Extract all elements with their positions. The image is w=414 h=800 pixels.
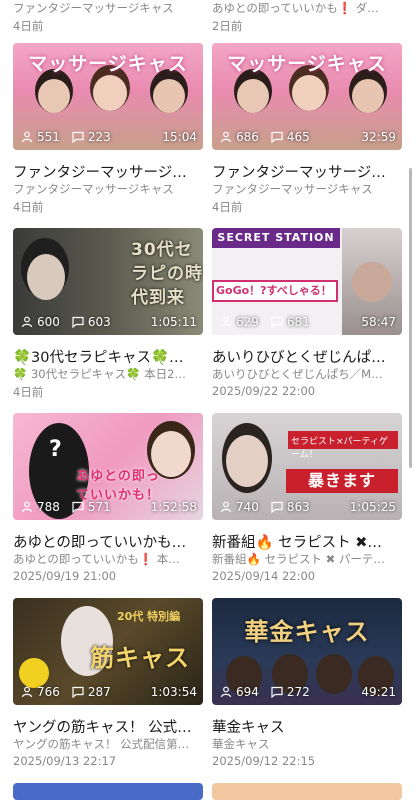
video-date: 2025/09/13 22:17 [13, 754, 117, 768]
comment-icon [271, 501, 283, 513]
video-date: 4日前 [13, 385, 44, 399]
person-icon [220, 686, 232, 698]
thumbnail-headline: 華金キャス [244, 618, 370, 646]
comment-icon [72, 686, 84, 698]
video-title[interactable]: 新番組🔥 セラピスト ✖… [212, 531, 402, 552]
video-duration: 1:03:54 [150, 685, 197, 699]
thumbnail-headline: マッサージキャス [227, 53, 387, 75]
thumbnail-headline: マッサージキャス [28, 53, 188, 75]
video-stats: 600 603 1:05:11 [21, 314, 197, 330]
viewer-count: 686 [220, 130, 259, 144]
comment-count: 223 [72, 130, 111, 144]
person-icon [21, 501, 33, 513]
comment-count: 272 [271, 685, 310, 699]
channel-name: ファンタジーマッサージキャス [13, 1, 174, 15]
video-stats: 686 465 32:59 [220, 129, 396, 145]
video-duration: 1:52:58 [150, 500, 197, 514]
video-thumbnail[interactable]: 20代 特別編 筋キャス 766 287 1:03:54 [13, 598, 203, 705]
video-stats: 766 287 1:03:54 [21, 684, 197, 700]
comment-count: 465 [271, 130, 310, 144]
video-thumbnail[interactable]: ? あゆとの即っていいかも！ 788 571 1:52:58 [13, 413, 203, 520]
video-title[interactable]: あいりひびとくぜじんぱ… [212, 346, 402, 367]
video-date: 4日前 [212, 200, 243, 214]
video-stats: 788 571 1:52:58 [21, 499, 197, 515]
video-stats: 740 863 1:05:25 [220, 499, 396, 515]
video-thumbnail[interactable]: マッサージキャス 686 465 32:59 [212, 43, 402, 150]
video-title[interactable]: ファンタジーマッサージ… [212, 161, 402, 182]
video-date: 2025/09/12 22:15 [212, 754, 316, 768]
video-title[interactable]: あゆとの即っていいかも… [13, 531, 203, 552]
comment-count: 603 [72, 315, 111, 329]
video-duration: 1:05:25 [349, 500, 396, 514]
video-duration: 58:47 [361, 315, 396, 329]
comment-icon [72, 316, 84, 328]
viewer-count: 740 [220, 500, 259, 514]
video-date: 4日前 [13, 200, 44, 214]
person-icon [220, 501, 232, 513]
video-title[interactable]: 華金キャス [212, 716, 402, 737]
video-title[interactable]: ヤングの筋キャス！ 公式… [13, 716, 203, 737]
comment-count: 863 [271, 500, 310, 514]
video-title[interactable]: 🍀30代セラピキャス🍀… [13, 346, 203, 367]
person-icon [21, 686, 33, 698]
video-duration: 32:59 [361, 130, 396, 144]
viewer-count: 551 [21, 130, 60, 144]
comment-icon [271, 131, 283, 143]
video-title[interactable]: ファンタジーマッサージ… [13, 161, 203, 182]
comment-icon [271, 686, 283, 698]
viewer-count: 629 [220, 315, 259, 329]
channel-name[interactable]: 🍀 30代セラピキャス🍀 本日2… [13, 366, 203, 382]
video-stats: 694 272 49:21 [220, 684, 396, 700]
video-thumbnail[interactable] [212, 783, 402, 800]
video-thumbnail[interactable]: マッサージキャス 551 223 15:04 [13, 43, 203, 150]
person-icon [220, 316, 232, 328]
video-duration: 15:04 [162, 130, 197, 144]
person-icon [220, 131, 232, 143]
video-stats: 551 223 15:04 [21, 129, 197, 145]
channel-name[interactable]: ヤングの筋キャス！ 公式配信第… [13, 736, 203, 752]
viewer-count: 788 [21, 500, 60, 514]
video-duration: 1:05:11 [150, 315, 197, 329]
thumbnail-headline: あゆとの即っていいかも！ [75, 469, 160, 503]
video-thumbnail[interactable]: 30代セラピの時代到来 600 603 1:05:11 [13, 228, 203, 335]
person-icon [21, 131, 33, 143]
viewer-count: 600 [21, 315, 60, 329]
channel-name[interactable]: 華金キャス [212, 736, 402, 752]
comment-icon [72, 131, 84, 143]
person-icon [21, 316, 33, 328]
video-date: 2025/09/14 22:00 [212, 569, 316, 583]
video-thumbnail[interactable]: 華金キャス 694 272 49:21 [212, 598, 402, 705]
video-thumbnail[interactable]: GoGo！?すべしゃる！ SECRET STATION 629 681 58:4… [212, 228, 402, 335]
video-date: 2025/09/22 22:00 [212, 384, 316, 398]
video-stats: 629 681 58:47 [220, 314, 396, 330]
thumbnail-headline: 暴きます [286, 469, 398, 493]
viewer-count: 694 [220, 685, 259, 699]
scrollbar[interactable] [409, 168, 412, 468]
channel-name[interactable]: ファンタジーマッサージキャス [13, 181, 203, 197]
channel-name[interactable]: あいりひびとくぜじんぱち／M… [212, 366, 402, 382]
viewer-count: 766 [21, 685, 60, 699]
video-thumbnail[interactable]: セラピスト×パーティゲーム！ 暴きます 740 863 1:05:25 [212, 413, 402, 520]
thumbnail-headline: SECRET STATION [217, 231, 335, 244]
comment-count: 287 [72, 685, 111, 699]
thumbnail-headline: 筋キャス [90, 644, 190, 672]
video-date: 2025/09/19 21:00 [13, 569, 117, 583]
video-duration: 49:21 [361, 685, 396, 699]
video-date: 2日前 [212, 19, 243, 33]
comment-count: 681 [271, 315, 310, 329]
video-date: 4日前 [13, 19, 44, 33]
channel-name: あゆとの即っていいかも❗ ダ… [212, 1, 379, 15]
comment-icon [72, 501, 84, 513]
thumbnail-headline: 30代セラピの時代到来 [131, 240, 203, 308]
video-thumbnail[interactable] [13, 783, 203, 800]
channel-name[interactable]: あゆとの即っていいかも❗ 本… [13, 551, 203, 567]
channel-name[interactable]: 新番組🔥 セラピスト ✖ パーテ… [212, 551, 402, 567]
comment-icon [271, 316, 283, 328]
comment-count: 571 [72, 500, 111, 514]
channel-name[interactable]: ファンタジーマッサージキャス [212, 181, 402, 197]
